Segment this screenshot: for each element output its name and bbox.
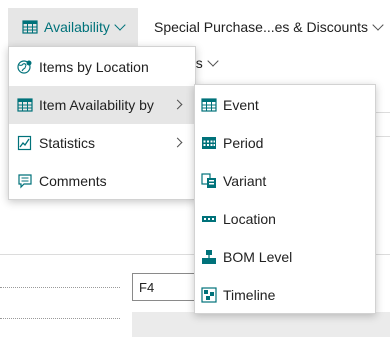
chevron-down-icon [114,18,126,31]
field-leader-dots [0,287,120,288]
availability-dropdown-menu: Items by Location Item Availability by S… [8,46,196,200]
globe-location-icon [17,59,33,75]
background-readonly-field [132,312,390,337]
item-availability-by-submenu: Event Period Variant Location BOM Level … [194,84,376,314]
divider [376,112,390,113]
submenu-item-label: Variant [223,173,267,189]
chevron-down-icon [372,18,384,31]
menu-item-label: Comments [39,173,107,189]
variant-icon [201,173,217,189]
comment-icon [17,173,33,189]
special-purchase-menu-button[interactable]: Special Purchase...es & Discounts [150,8,384,46]
field-leader-dots [0,318,120,319]
menu-item-label: Statistics [39,135,96,151]
grid-table-icon [201,97,217,113]
menu-item-comments[interactable]: Comments [9,162,195,200]
menu-item-item-availability-by[interactable]: Item Availability by [9,86,195,124]
special-purchase-label: Special Purchase...es & Discounts [154,19,368,35]
submenu-item-label: Period [223,135,264,151]
availability-menu-button[interactable]: Availability [8,8,138,46]
submenu-item-variant[interactable]: Variant [195,162,375,200]
field-value: F4 [139,279,155,295]
location-bar-icon [201,211,217,227]
availability-label: Availability [44,19,110,35]
menu-item-label: Items by Location [39,59,149,75]
calendar-grid-icon [201,135,217,151]
chevron-right-icon [172,99,183,110]
submenu-item-location[interactable]: Location [195,200,375,238]
menu-item-label: Item Availability by [39,97,154,113]
statistics-chart-icon [17,135,33,151]
submenu-item-label: BOM Level [223,249,293,265]
chevron-down-icon [207,54,219,67]
bom-level-icon [201,249,217,265]
submenu-item-label: Location [223,211,276,227]
submenu-item-label: Event [223,97,259,113]
menu-item-items-by-location[interactable]: Items by Location [9,48,195,86]
submenu-item-period[interactable]: Period [195,124,375,162]
divider [376,136,390,137]
chevron-right-icon [172,137,183,148]
submenu-item-label: Timeline [223,287,276,303]
grid-table-icon [22,19,38,35]
grid-table-icon [17,97,33,113]
menu-item-statistics[interactable]: Statistics [9,124,195,162]
submenu-item-timeline[interactable]: Timeline [195,276,375,314]
submenu-item-bom-level[interactable]: BOM Level [195,238,375,276]
timeline-icon [201,287,217,303]
submenu-item-event[interactable]: Event [195,86,375,124]
background-input-field[interactable]: F4 [132,273,202,301]
